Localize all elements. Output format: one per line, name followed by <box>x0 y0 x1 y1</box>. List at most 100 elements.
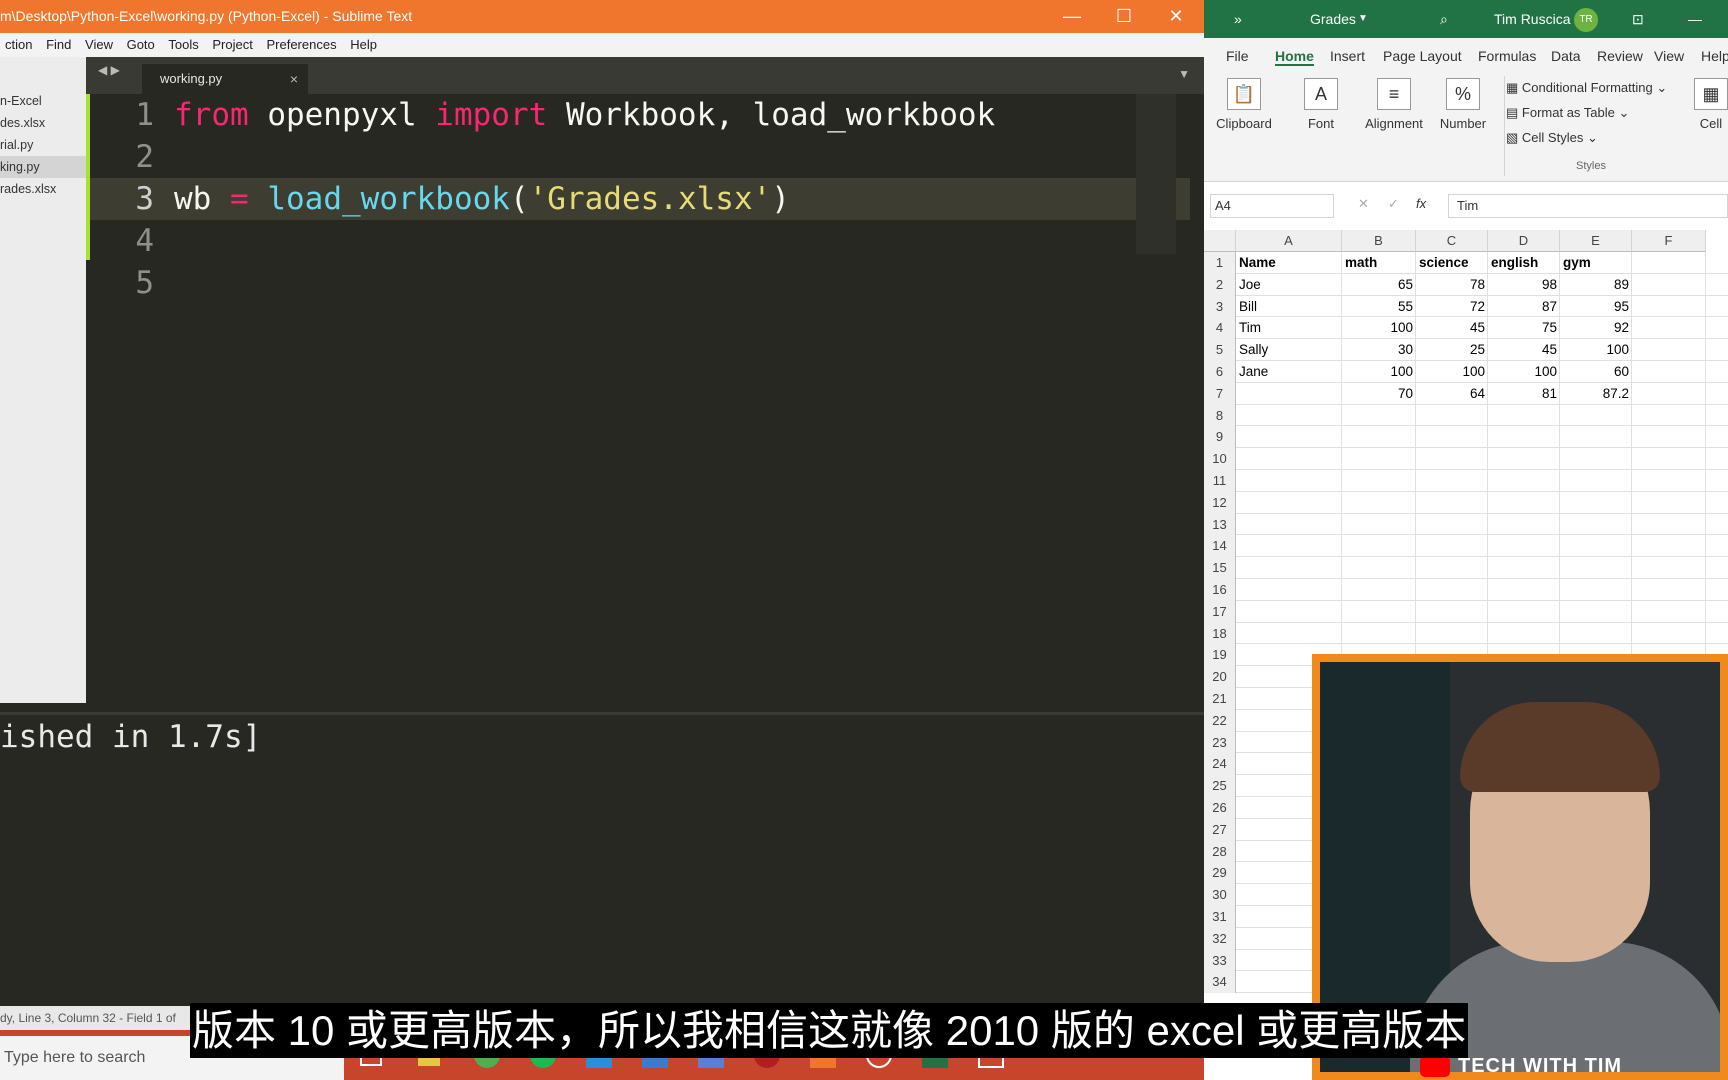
data-cell[interactable]: 95 <box>1563 296 1629 318</box>
row-header[interactable]: 33 <box>1204 949 1236 972</box>
data-cell[interactable]: 98 <box>1491 274 1557 296</box>
header-cell[interactable]: gym <box>1563 252 1629 274</box>
code-editor[interactable]: 1 2 3 4 5 from openpyxl import Workbook,… <box>86 94 1190 703</box>
column-header[interactable]: C <box>1416 230 1488 252</box>
column-header[interactable]: E <box>1560 230 1632 252</box>
data-cell[interactable]: 89 <box>1563 274 1629 296</box>
header-cell[interactable]: english <box>1491 252 1557 274</box>
data-cell[interactable]: Joe <box>1239 274 1339 296</box>
format-as-table-button[interactable]: ▤ Format as Table ⌄ <box>1506 105 1629 121</box>
sidebar-folder[interactable]: n-Excel <box>0 90 86 112</box>
header-cell[interactable]: science <box>1419 252 1485 274</box>
menu-tools[interactable]: Tools <box>163 33 203 57</box>
minimize-icon[interactable]: — <box>1046 0 1098 33</box>
column-header[interactable]: B <box>1342 230 1416 252</box>
tab-page-layout[interactable]: Page Layout <box>1383 48 1462 64</box>
row-header[interactable]: 32 <box>1204 927 1236 950</box>
user-name[interactable]: Tim Ruscica <box>1494 0 1571 38</box>
data-cell[interactable]: 100 <box>1345 361 1413 383</box>
select-all-corner[interactable] <box>1204 230 1236 252</box>
data-cell[interactable]: 100 <box>1491 361 1557 383</box>
data-cell[interactable]: 87.2 <box>1563 383 1629 405</box>
tab-data[interactable]: Data <box>1551 48 1581 64</box>
row-header[interactable]: 11 <box>1204 470 1236 492</box>
data-cell[interactable]: 81 <box>1491 383 1557 405</box>
tab-file[interactable]: File <box>1226 48 1249 64</box>
close-icon[interactable]: ✕ <box>1150 0 1202 33</box>
data-cell[interactable]: 70 <box>1345 383 1413 405</box>
row-header[interactable]: 2 <box>1204 273 1236 296</box>
row-header[interactable]: 26 <box>1204 797 1236 819</box>
menu-help[interactable]: Help <box>345 33 382 57</box>
row-header[interactable]: 8 <box>1204 404 1236 427</box>
data-cell[interactable]: 55 <box>1345 296 1413 318</box>
row-header[interactable]: 22 <box>1204 709 1236 732</box>
header-cell[interactable]: Name <box>1239 252 1339 274</box>
row-header[interactable]: 18 <box>1204 622 1236 645</box>
qat-more-icon[interactable]: » <box>1234 0 1242 38</box>
tab-review[interactable]: Review <box>1597 48 1643 64</box>
row-header[interactable]: 12 <box>1204 491 1236 514</box>
user-avatar[interactable]: TR <box>1574 8 1598 32</box>
menu-view[interactable]: View <box>80 33 118 57</box>
data-cell[interactable]: 65 <box>1345 274 1413 296</box>
sidebar-file[interactable]: rades.xlsx <box>0 178 86 200</box>
minimize-icon[interactable]: — <box>1688 0 1702 38</box>
data-cell[interactable]: 100 <box>1345 317 1413 339</box>
tab-dropdown-icon[interactable]: ▼ <box>1178 67 1190 81</box>
data-cell[interactable]: Tim <box>1239 317 1339 339</box>
menu-preferences[interactable]: Preferences <box>261 33 341 57</box>
row-header[interactable]: 34 <box>1204 971 1236 994</box>
data-cell[interactable]: 30 <box>1345 339 1413 361</box>
data-cell[interactable]: 87 <box>1491 296 1557 318</box>
row-header[interactable]: 4 <box>1204 317 1236 340</box>
row-header[interactable]: 17 <box>1204 600 1236 623</box>
data-cell[interactable]: 78 <box>1419 274 1485 296</box>
cells-group[interactable]: ▦ Cell <box>1686 78 1728 131</box>
data-cell[interactable]: 45 <box>1491 339 1557 361</box>
tab-working-py[interactable]: working.py × <box>142 64 308 94</box>
row-header[interactable]: 24 <box>1204 753 1236 776</box>
data-cell[interactable]: 75 <box>1491 317 1557 339</box>
title-chevron-icon[interactable]: ▼ <box>1358 0 1368 38</box>
row-header[interactable]: 31 <box>1204 906 1236 928</box>
data-cell[interactable] <box>1239 383 1339 405</box>
menu-project[interactable]: Project <box>207 33 257 57</box>
column-header[interactable]: F <box>1632 230 1706 252</box>
tab-view[interactable]: View <box>1654 48 1684 64</box>
header-cell[interactable]: math <box>1345 252 1413 274</box>
column-header[interactable]: D <box>1488 230 1560 252</box>
formula-input[interactable]: Tim <box>1448 194 1728 218</box>
data-cell[interactable]: Bill <box>1239 296 1339 318</box>
ribbon-display-icon[interactable]: ⊡ <box>1632 0 1644 38</box>
row-header[interactable]: 9 <box>1204 426 1236 449</box>
row-header[interactable]: 13 <box>1204 513 1236 536</box>
column-header[interactable]: A <box>1236 230 1342 252</box>
conditional-formatting-button[interactable]: ▦ Conditional Formatting ⌄ <box>1506 80 1667 96</box>
menu-selection[interactable]: ction <box>0 33 37 57</box>
data-cell[interactable]: 64 <box>1419 383 1485 405</box>
search-icon[interactable]: ⌕ <box>1440 0 1448 38</box>
data-cell[interactable]: 25 <box>1419 339 1485 361</box>
data-cell[interactable]: Jane <box>1239 361 1339 383</box>
sidebar-file[interactable]: rial.py <box>0 134 86 156</box>
menu-find[interactable]: Find <box>41 33 76 57</box>
row-header[interactable]: 15 <box>1204 557 1236 579</box>
cancel-icon[interactable]: ✕ <box>1358 196 1369 212</box>
tab-formulas[interactable]: Formulas <box>1478 48 1536 64</box>
data-cell[interactable]: 45 <box>1419 317 1485 339</box>
number-group[interactable]: % Number <box>1430 78 1496 131</box>
insert-function-icon[interactable]: fx <box>1416 196 1426 211</box>
row-header[interactable]: 14 <box>1204 535 1236 558</box>
data-cell[interactable]: Sally <box>1239 339 1339 361</box>
tab-home[interactable]: Home <box>1275 48 1314 66</box>
tab-insert[interactable]: Insert <box>1330 48 1365 64</box>
data-cell[interactable]: 72 <box>1419 296 1485 318</box>
row-header[interactable]: 6 <box>1204 361 1236 383</box>
tab-close-icon[interactable]: × <box>290 64 298 94</box>
row-header[interactable]: 19 <box>1204 644 1236 667</box>
row-header[interactable]: 1 <box>1204 252 1236 274</box>
tab-help[interactable]: Help <box>1701 48 1728 64</box>
sidebar-file-active[interactable]: king.py <box>0 156 86 178</box>
row-header[interactable]: 28 <box>1204 840 1236 863</box>
